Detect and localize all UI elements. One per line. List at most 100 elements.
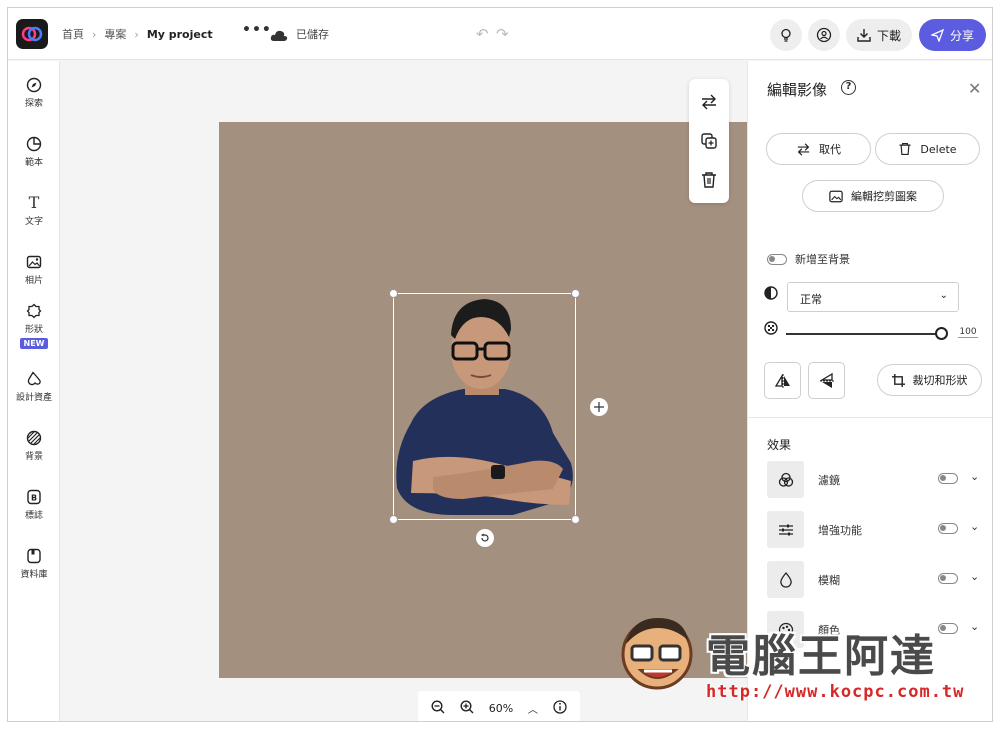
- info-icon[interactable]: [552, 699, 567, 717]
- resize-handle-top-right[interactable]: [571, 289, 580, 298]
- app-logo[interactable]: [16, 19, 48, 49]
- resize-handle-bottom-left[interactable]: [389, 515, 398, 524]
- adjust-icon: [767, 511, 804, 548]
- breadcrumb-home[interactable]: 首頁: [62, 26, 84, 42]
- effect-row-filters[interactable]: 濾鏡 ⌄: [767, 461, 982, 498]
- add-to-background-row[interactable]: 新增至背景: [767, 251, 850, 267]
- chevron-down-icon: ⌄: [939, 290, 948, 301]
- resize-handle-top-left[interactable]: [389, 289, 398, 298]
- effect-label: 增強功能: [818, 524, 862, 537]
- chevron-up-icon[interactable]: ︿: [528, 701, 538, 716]
- left-rail: 探索 範本 T 文字 相片 形狀 NEW 設計資產 背景 B 標誌 資料庫: [8, 61, 60, 721]
- chevron-down-icon[interactable]: ⌄: [970, 620, 979, 633]
- trash-icon[interactable]: [700, 171, 718, 189]
- rail-label: 標誌: [24, 511, 43, 521]
- delete-button[interactable]: Delete: [875, 133, 980, 165]
- chevron-right-icon: ›: [92, 27, 97, 41]
- replace-icon: [797, 142, 810, 156]
- top-bar: 首頁 › 專案 › My project ••• 已儲存 ↶ ↷ 下載 分享: [8, 8, 992, 60]
- undo-icon[interactable]: ↶: [476, 25, 489, 43]
- opacity-slider-track[interactable]: [786, 333, 941, 335]
- rail-label: 探索: [24, 99, 43, 109]
- flip-vertical-button[interactable]: [808, 362, 845, 399]
- selection-box[interactable]: [393, 293, 576, 520]
- help-icon[interactable]: ?: [841, 80, 856, 95]
- effect-row-adjustments[interactable]: 增強功能 ⌄: [767, 511, 982, 548]
- download-button[interactable]: 下載: [846, 19, 912, 51]
- floating-toolbar: [689, 79, 729, 203]
- share-label: 分享: [949, 28, 974, 43]
- filters-toggle[interactable]: [938, 473, 958, 484]
- add-to-background-toggle[interactable]: [767, 253, 787, 265]
- add-to-background-label: 新增至背景: [795, 253, 850, 266]
- rail-label: 背景: [24, 452, 43, 462]
- text-icon: T: [28, 193, 40, 212]
- replace-button[interactable]: 取代: [766, 133, 871, 165]
- zoom-out-icon[interactable]: [431, 699, 445, 717]
- app-window: 首頁 › 專案 › My project ••• 已儲存 ↶ ↷ 下載 分享 探…: [7, 7, 993, 722]
- rail-item-brand[interactable]: B 標誌: [8, 489, 60, 521]
- watermark-title: 電腦王阿達: [706, 631, 936, 682]
- opacity-value[interactable]: 100: [958, 327, 978, 338]
- rail-item-text[interactable]: T 文字: [8, 193, 60, 228]
- edit-cutout-button[interactable]: 編輯挖剪圖案: [802, 180, 944, 212]
- share-button[interactable]: 分享: [919, 19, 986, 51]
- flip-vertical-icon: [819, 372, 834, 388]
- breadcrumb-project-name[interactable]: My project: [147, 28, 213, 41]
- more-options-button[interactable]: •••: [242, 22, 272, 38]
- chevron-down-icon[interactable]: ⌄: [970, 570, 979, 583]
- breadcrumb-projects[interactable]: 專案: [104, 26, 126, 42]
- rail-item-explore[interactable]: 探索: [8, 77, 60, 109]
- rail-item-photos[interactable]: 相片: [8, 254, 60, 286]
- zoom-bar: 60% ︿: [418, 691, 580, 721]
- edit-cutout-label: 編輯挖剪圖案: [851, 190, 917, 203]
- compass-icon: [26, 77, 42, 93]
- watermark-mascot: [621, 618, 693, 690]
- blend-mode-select[interactable]: 正常 ⌄: [787, 282, 959, 312]
- rail-label: 形狀: [24, 325, 43, 335]
- chevron-down-icon[interactable]: ⌄: [970, 520, 979, 533]
- zoom-in-icon[interactable]: [460, 699, 474, 717]
- rail-item-background[interactable]: 背景: [8, 430, 60, 462]
- rail-item-library[interactable]: 資料庫: [8, 548, 60, 580]
- filter-icon: [767, 461, 804, 498]
- collaborate-button[interactable]: [808, 19, 840, 51]
- effect-label: 模糊: [818, 574, 840, 587]
- zoom-level[interactable]: 60%: [489, 702, 513, 715]
- rail-item-shapes[interactable]: 形狀 NEW: [8, 303, 60, 349]
- crop-and-shape-button[interactable]: 裁切和形狀: [877, 364, 982, 396]
- crop-icon: [891, 373, 905, 387]
- duplicate-icon[interactable]: [700, 132, 718, 150]
- opacity-slider-knob[interactable]: [934, 327, 948, 340]
- blur-toggle[interactable]: [938, 573, 958, 584]
- trash-icon: [899, 142, 911, 156]
- replace-label: 取代: [819, 143, 841, 156]
- brand-icon: B: [27, 489, 41, 505]
- send-icon: [930, 28, 944, 42]
- move-icon: [594, 402, 604, 412]
- flip-horizontal-button[interactable]: [764, 362, 801, 399]
- new-badge: NEW: [19, 338, 49, 349]
- lightbulb-button[interactable]: [770, 19, 802, 51]
- close-icon[interactable]: ✕: [968, 79, 981, 98]
- section-divider: [748, 417, 992, 418]
- shape-icon: [26, 303, 42, 319]
- watermark-url: http://www.kocpc.com.tw: [706, 682, 965, 702]
- move-handle[interactable]: [590, 398, 608, 416]
- flip-horizontal-icon: [774, 373, 790, 388]
- resize-handle-bottom-right[interactable]: [571, 515, 580, 524]
- watermark: 電腦王阿達 http://www.kocpc.com.tw: [614, 606, 964, 706]
- library-icon: [27, 548, 41, 564]
- effect-row-blur[interactable]: 模糊 ⌄: [767, 561, 982, 598]
- rail-item-templates[interactable]: 範本: [8, 136, 60, 168]
- redo-icon[interactable]: ↷: [496, 25, 509, 43]
- chevron-down-icon[interactable]: ⌄: [970, 470, 979, 483]
- rotate-icon: [481, 533, 489, 542]
- rail-item-design-assets[interactable]: 設計資產: [8, 371, 60, 403]
- crop-label: 裁切和形狀: [912, 374, 968, 387]
- rotate-handle[interactable]: [476, 529, 494, 547]
- adjustments-toggle[interactable]: [938, 523, 958, 534]
- replace-icon[interactable]: [700, 93, 718, 111]
- lightbulb-icon: [781, 28, 791, 42]
- effect-label: 濾鏡: [818, 474, 840, 487]
